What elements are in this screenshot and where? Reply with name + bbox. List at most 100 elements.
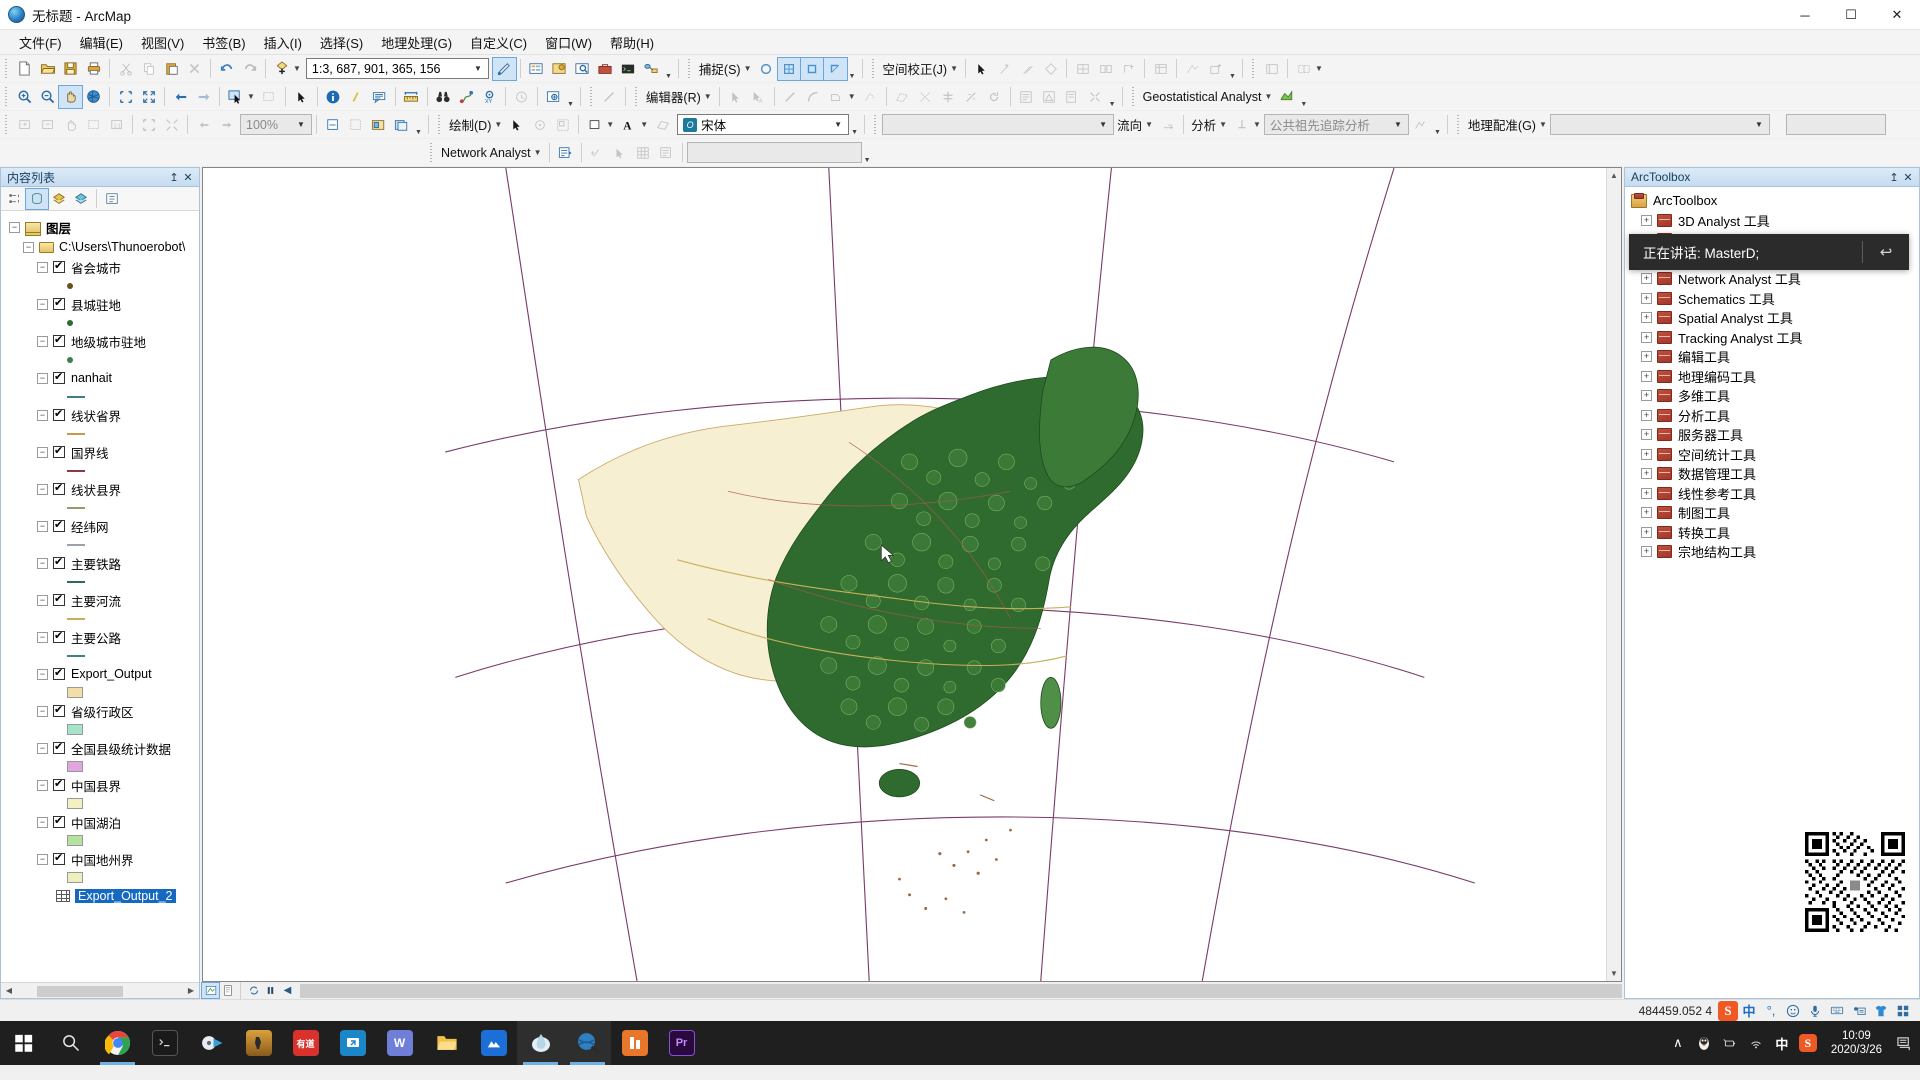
map-horizontal-scrollbar[interactable]: [300, 984, 1622, 998]
battery-icon[interactable]: [1717, 1021, 1743, 1065]
menu-item-insert[interactable]: 插入(I): [255, 30, 311, 55]
curve-segment-icon[interactable]: [802, 86, 825, 108]
expand-toolbox-icon[interactable]: +: [1641, 390, 1652, 401]
delete-icon[interactable]: [183, 58, 206, 80]
toolbar-grip[interactable]: [436, 115, 443, 135]
arctoolbox-root[interactable]: ArcToolbox: [1629, 191, 1919, 211]
toc-layer-row[interactable]: −县城驻地: [1, 294, 199, 314]
select-links-icon[interactable]: [1039, 58, 1062, 80]
map-vertical-scrollbar[interactable]: ▲ ▼: [1606, 168, 1621, 981]
ime-punctuation-icon[interactable]: °,: [1760, 1001, 1782, 1021]
print-icon[interactable]: [82, 58, 105, 80]
map-scale-combo[interactable]: 1:3, 687, 901, 365, 156 ▼: [306, 58, 489, 79]
expand-toolbox-icon[interactable]: +: [1641, 351, 1652, 362]
taskbar-item-wps-writer[interactable]: W: [376, 1021, 423, 1065]
georeferencing-menu-label[interactable]: 地理配准(G): [1465, 115, 1539, 134]
layout-view-icon[interactable]: [219, 983, 236, 998]
microphone-icon[interactable]: [1804, 1001, 1826, 1021]
expand-toolbox-icon[interactable]: +: [1641, 546, 1652, 557]
toolbar-overflow-icon[interactable]: ▼: [1298, 86, 1309, 108]
editor-dropdown-icon[interactable]: ▼: [704, 92, 712, 101]
layer-symbol-swatch[interactable]: [67, 835, 83, 846]
expand-toolbox-icon[interactable]: +: [1641, 215, 1652, 226]
layer-symbol-swatch[interactable]: [67, 687, 83, 698]
toolbar-overflow-icon[interactable]: ▼: [849, 114, 860, 136]
close-button[interactable]: ✕: [1874, 0, 1920, 30]
expand-toolbox-icon[interactable]: +: [1641, 332, 1652, 343]
network-analyst-window-icon[interactable]: [554, 142, 577, 164]
adjust-icon[interactable]: [1071, 58, 1094, 80]
arctoolbox-item[interactable]: +多维工具: [1629, 386, 1919, 406]
toc-selected-table-label[interactable]: Export_Output_2: [75, 889, 176, 903]
layer-visibility-checkbox[interactable]: [53, 705, 65, 717]
expand-toolbox-icon[interactable]: +: [1641, 468, 1652, 479]
layer-symbol-swatch[interactable]: [67, 798, 83, 809]
expand-toolbox-icon[interactable]: +: [1641, 507, 1652, 518]
emoji-icon[interactable]: [1782, 1001, 1804, 1021]
layer-visibility-checkbox[interactable]: [53, 261, 65, 273]
draw-select-arrow-icon[interactable]: [505, 114, 528, 136]
speech-notification-toast[interactable]: 正在讲话: MasterD; ↩: [1629, 234, 1909, 270]
taskbar-clock[interactable]: 10:09 2020/3/26: [1821, 1029, 1892, 1057]
arctoolbox-item[interactable]: +制图工具: [1629, 503, 1919, 523]
parcel-editor-icon[interactable]: [1292, 58, 1315, 80]
toc-layer-list[interactable]: − 图层 − C:\Users\Thunoerobot\ −省会城市−县城驻地−…: [1, 211, 199, 982]
layer-visibility-checkbox[interactable]: [53, 853, 65, 865]
layer-visibility-checkbox[interactable]: [53, 409, 65, 421]
layer-visibility-checkbox[interactable]: [53, 816, 65, 828]
table-of-contents-icon[interactable]: [525, 58, 548, 80]
draw-dropdown-icon[interactable]: ▼: [494, 120, 502, 129]
map-scroll-track[interactable]: [1607, 183, 1621, 966]
arctoolbox-item[interactable]: +分析工具: [1629, 406, 1919, 426]
attribute-transfer-icon[interactable]: [1117, 58, 1140, 80]
expand-collapse-icon[interactable]: −: [37, 558, 48, 569]
draw-polygon-icon[interactable]: [651, 114, 674, 136]
layer-symbol-row[interactable]: [1, 647, 199, 664]
layer-symbol-swatch[interactable]: [67, 761, 83, 772]
scroll-up-icon[interactable]: ▲: [1607, 168, 1621, 183]
expand-toolbox-icon[interactable]: +: [1641, 371, 1652, 382]
toolbar-grip[interactable]: [3, 87, 10, 107]
straight-segment-icon[interactable]: [779, 86, 802, 108]
arctoolbox-item[interactable]: +Spatial Analyst 工具: [1629, 308, 1919, 328]
trace-task-combo[interactable]: 公共祖先追踪分析 ▼: [1264, 114, 1409, 135]
qq-icon[interactable]: [1691, 1021, 1717, 1065]
network-analyst-menu-label[interactable]: Network Analyst: [438, 146, 534, 160]
data-driven-pages-toolbar-icon[interactable]: [390, 114, 413, 136]
select-elements-arrow-icon[interactable]: [970, 58, 993, 80]
time-slider-icon[interactable]: [510, 86, 533, 108]
keyboard-icon[interactable]: [1826, 1001, 1848, 1021]
trace-icon[interactable]: [825, 86, 848, 108]
arctoolbox-item[interactable]: +线性参考工具: [1629, 484, 1919, 504]
toc-options-icon[interactable]: [101, 189, 123, 209]
action-center-icon[interactable]: [1892, 1021, 1916, 1065]
full-extent-globe-icon[interactable]: [82, 86, 105, 108]
menu-item-customize[interactable]: 自定义(C): [461, 30, 536, 55]
toc-layer-row[interactable]: −国界线: [1, 442, 199, 462]
menu-item-window[interactable]: 窗口(W): [536, 30, 601, 55]
draw-group-icon[interactable]: [551, 114, 574, 136]
toolbar-overflow-icon[interactable]: ▼: [1432, 114, 1443, 136]
editor-toolbar-toggle-icon[interactable]: [493, 58, 516, 80]
snap-point-icon[interactable]: [755, 58, 778, 80]
snap-endpoint-icon[interactable]: [778, 58, 801, 80]
layer-visibility-checkbox[interactable]: [53, 668, 65, 680]
notification-reply-icon[interactable]: ↩: [1863, 243, 1909, 261]
snap-edge-icon[interactable]: [824, 58, 847, 80]
arctoolbox-item[interactable]: +服务器工具: [1629, 425, 1919, 445]
new-map-icon[interactable]: [13, 58, 36, 80]
arctoolbox-item[interactable]: +转换工具: [1629, 523, 1919, 543]
layer-symbol-row[interactable]: [1, 314, 199, 331]
arctoolbox-window-icon[interactable]: [594, 58, 617, 80]
python-window-icon[interactable]: [617, 58, 640, 80]
toc-layer-row[interactable]: −中国湖泊: [1, 812, 199, 832]
ime-apps-grid-icon[interactable]: [1892, 1001, 1914, 1021]
menu-item-file[interactable]: 文件(F): [10, 30, 71, 55]
minimize-button[interactable]: ─: [1782, 0, 1828, 30]
select-elements-icon[interactable]: [290, 86, 313, 108]
link-table-icon[interactable]: [1149, 58, 1172, 80]
toc-scroll-track[interactable]: [17, 984, 183, 998]
menu-item-bookmarks[interactable]: 书签(B): [193, 30, 254, 55]
expand-toolbox-icon[interactable]: +: [1641, 273, 1652, 284]
layout-go-back-icon[interactable]: [192, 114, 215, 136]
